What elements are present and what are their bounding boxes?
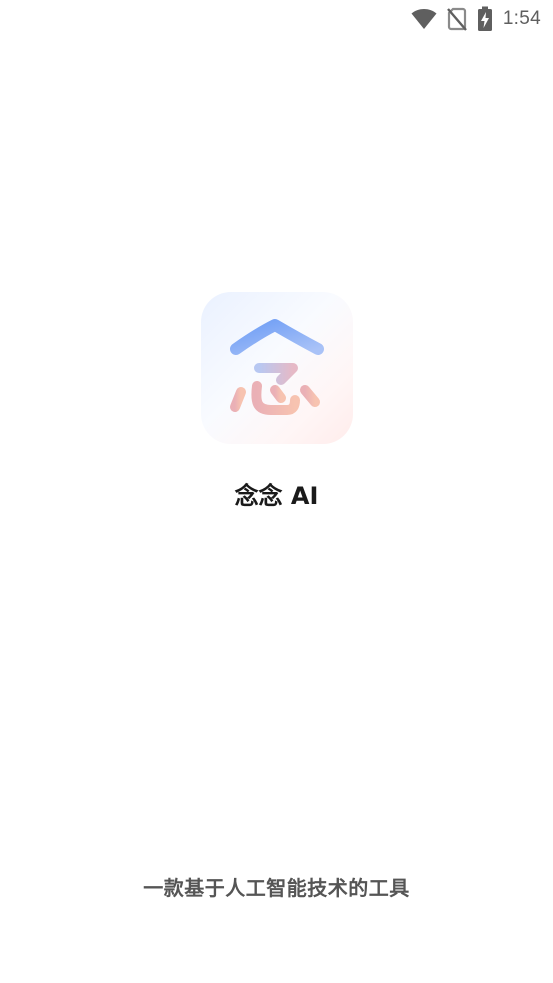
status-bar: 1:54 bbox=[0, 0, 553, 38]
status-time: 1:54 bbox=[502, 8, 541, 29]
wifi-icon bbox=[411, 9, 437, 29]
status-icons: 1:54 bbox=[411, 6, 541, 32]
app-logo-glyph bbox=[230, 319, 324, 415]
battery-charging-icon bbox=[477, 6, 492, 31]
app-logo-icon bbox=[201, 292, 353, 444]
no-sim-icon bbox=[446, 7, 467, 31]
splash-screen: 1:54 念念 AI 一款基于人工智能技术的工具 bbox=[0, 0, 553, 983]
app-slogan: 一款基于人工智能技术的工具 bbox=[143, 876, 410, 900]
app-name: 念念 AI bbox=[234, 482, 319, 510]
